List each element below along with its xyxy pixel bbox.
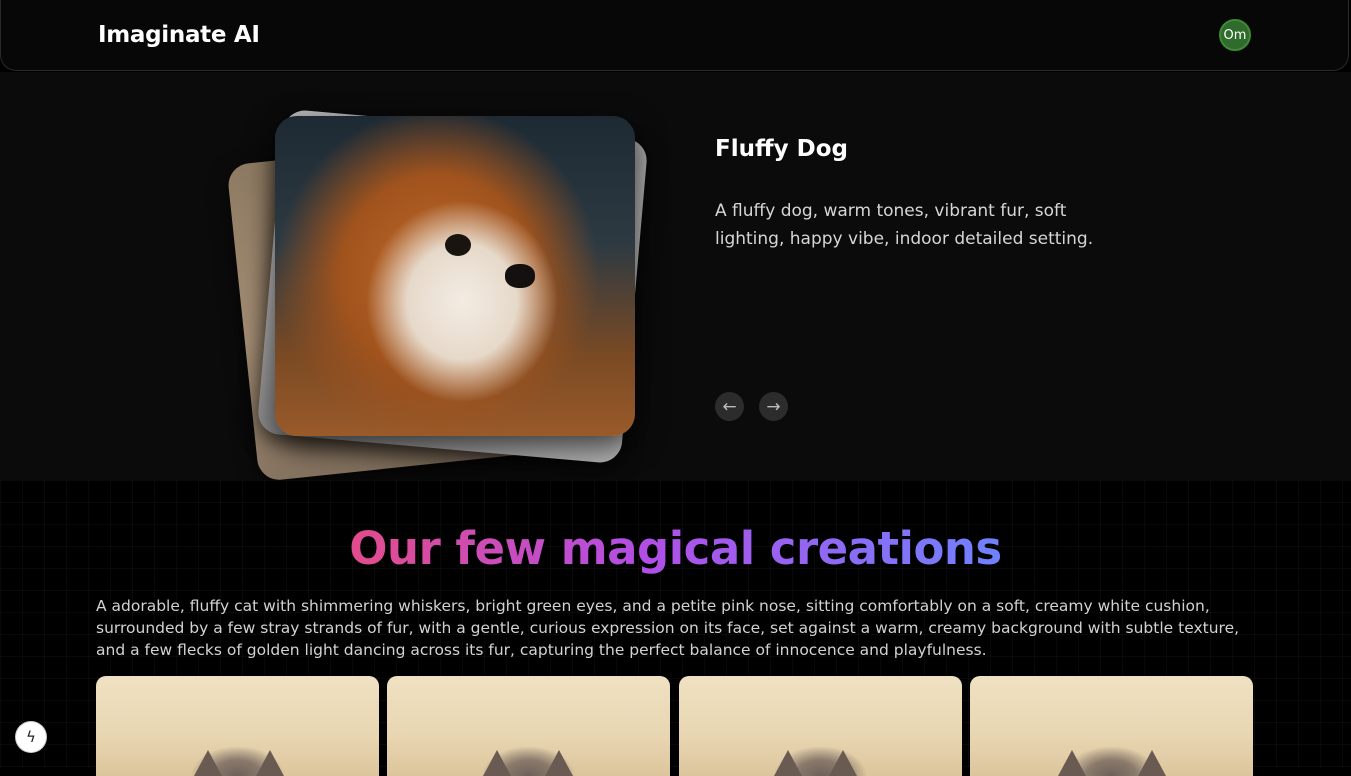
creations-section: Our few magical creations A adorable, fl… — [0, 480, 1351, 776]
cat-image-thumbnail[interactable] — [96, 676, 379, 776]
carousel-next-button[interactable]: → — [759, 392, 788, 421]
cat-ear — [545, 750, 573, 776]
carousel-prev-button[interactable]: ← — [715, 392, 744, 421]
image-card-stack — [226, 100, 660, 482]
cat-image-thumbnail[interactable] — [679, 676, 962, 776]
section-title: Our few magical creations — [349, 522, 1002, 575]
lightning-icon[interactable]: ϟ — [16, 722, 46, 752]
cat-ear — [1138, 750, 1166, 776]
cat-ear — [256, 750, 284, 776]
cat-image-thumbnail[interactable] — [387, 676, 670, 776]
dog-image-card[interactable] — [275, 116, 635, 436]
brand-logo-text[interactable]: Imaginate AI — [98, 22, 260, 48]
carousel-info: Fluffy Dog A fluffy dog, warm tones, vib… — [715, 136, 1095, 253]
hero-carousel: Fluffy Dog A fluffy dog, warm tones, vib… — [0, 72, 1351, 482]
image-description: A fluffy dog, warm tones, vibrant fur, s… — [715, 201, 1094, 249]
prompt-text: A adorable, fluffy cat with shimmering w… — [96, 597, 1240, 659]
dog-nose — [505, 264, 535, 288]
dog-eye — [445, 234, 471, 256]
cat-image-thumbnail[interactable] — [970, 676, 1253, 776]
image-title: Fluffy Dog — [715, 136, 848, 162]
cat-ear — [774, 750, 802, 776]
user-avatar[interactable]: Om — [1219, 19, 1251, 51]
top-navbar: Imaginate AI Om — [0, 0, 1349, 71]
cat-ear — [1058, 750, 1086, 776]
cat-ear — [829, 750, 857, 776]
cat-ear — [194, 750, 222, 776]
cat-ear — [483, 750, 511, 776]
